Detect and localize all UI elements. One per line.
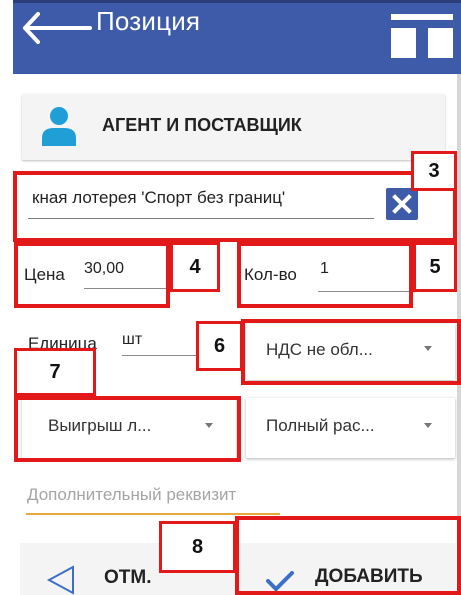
arrow-left-icon[interactable]: [22, 10, 92, 46]
extra-field-underline: [26, 513, 280, 515]
cancel-button[interactable]: ОТМ.: [104, 567, 152, 589]
annotation-badge-5: 5: [413, 242, 457, 292]
unit-input[interactable]: шт: [122, 331, 142, 349]
annotation-badge-3: 3: [411, 151, 457, 191]
annotation-box-3: [13, 171, 457, 242]
annotation-badge-8: 8: [159, 521, 236, 573]
annotation-box-8: [235, 516, 461, 595]
annotation-badge-6: 6: [196, 321, 243, 371]
extra-field-input[interactable]: Дополнительный реквизит: [27, 485, 236, 505]
annotation-box-5: [237, 242, 413, 308]
page-title: Позиция: [96, 6, 201, 36]
app-bar-top-line: [13, 0, 461, 3]
person-icon: [42, 107, 76, 146]
grid-icon[interactable]: [391, 14, 453, 58]
annotation-badge-4: 4: [170, 242, 220, 292]
unit-underline: [122, 355, 197, 356]
payment-method-spinner-value: Полный рас...: [266, 416, 375, 435]
agent-supplier-label: АГЕНТ И ПОСТАВЩИК: [102, 115, 302, 135]
annotation-box-6: [241, 319, 461, 385]
chevron-down-icon: [424, 423, 432, 428]
left-edge: [0, 0, 13, 595]
annotation-box-4: [14, 242, 170, 308]
triangle-left-icon[interactable]: [46, 565, 76, 595]
annotation-badge-7: 7: [14, 348, 96, 396]
annotation-box-7: [14, 396, 241, 462]
